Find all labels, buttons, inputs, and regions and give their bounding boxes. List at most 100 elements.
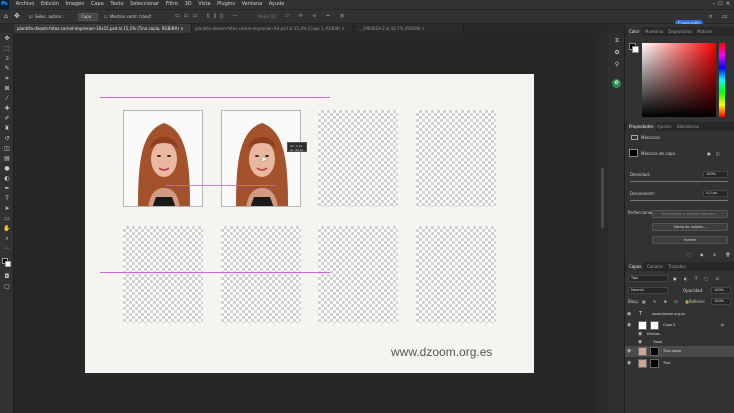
visibility-eye-icon[interactable]: ◉ bbox=[627, 309, 631, 320]
tab-layers[interactable]: Capas bbox=[627, 262, 644, 271]
scrollbar-thumb[interactable] bbox=[601, 168, 604, 228]
history-brush-icon[interactable]: ↺ bbox=[3, 135, 11, 142]
healing-icon[interactable]: ✚ bbox=[3, 105, 11, 112]
layer-effect-row[interactable]: ◉ Efectos bbox=[625, 330, 734, 338]
tab-document-1[interactable]: plantilla-dzoom-fotos-carnet-impresion-1… bbox=[14, 24, 192, 33]
layer-effect-row[interactable]: ◉ Trazo bbox=[625, 338, 734, 346]
autoselect-dropdown[interactable]: Capa bbox=[78, 13, 98, 21]
home-icon[interactable]: ⌂ bbox=[4, 10, 8, 23]
tab-color[interactable]: Color bbox=[627, 27, 642, 36]
menu-ventana[interactable]: Ventana bbox=[242, 1, 263, 7]
feather-field[interactable]: 0,0 px bbox=[703, 190, 728, 197]
plugin-icon[interactable]: ✿ bbox=[612, 79, 621, 88]
visibility-eye-icon[interactable]: ◉ bbox=[638, 338, 642, 346]
tab-adjustments[interactable]: Ajustes bbox=[655, 122, 674, 131]
color-picker-field[interactable] bbox=[642, 43, 716, 117]
autoselect-checkbox[interactable]: ☑ bbox=[29, 10, 33, 23]
invert-button[interactable]: Invertir bbox=[652, 236, 728, 244]
frame-icon[interactable]: ⊠ bbox=[3, 85, 11, 92]
tab-properties[interactable]: Propiedades bbox=[627, 122, 656, 131]
tab-patterns[interactable]: Motivos bbox=[695, 27, 714, 36]
layer-row-selected[interactable]: ◉ Tina copia bbox=[625, 346, 734, 357]
lock-icons[interactable]: ▦ ✎ ✥ ⊡ 🔒 bbox=[642, 299, 693, 304]
tab-swatches[interactable]: Muestras bbox=[643, 27, 665, 36]
document-canvas[interactable]: An: 3 px Al: 30 px ➤ www.dzoom.org.es bbox=[85, 74, 534, 373]
select-mask-button[interactable]: Seleccionar y aplicar máscara... bbox=[652, 210, 728, 218]
search-icon[interactable]: ⌕ bbox=[709, 10, 712, 23]
window-controls[interactable]: – ☐ ✕ bbox=[712, 0, 730, 9]
empty-slot[interactable] bbox=[123, 226, 203, 323]
history-panel-icon[interactable]: ⧖ bbox=[613, 37, 621, 44]
background-color-swatch[interactable] bbox=[5, 261, 11, 267]
menu-edicion[interactable]: Edición bbox=[41, 1, 59, 7]
3d-icons[interactable]: ⊙ ✥ ◈ ⬌ ▣ bbox=[285, 10, 349, 23]
menu-seleccionar[interactable]: Seleccionar bbox=[130, 1, 159, 7]
mask-mode-icons[interactable]: ▣ ◫ bbox=[707, 151, 722, 156]
density-slider[interactable] bbox=[630, 181, 728, 182]
layer-filter-dropdown[interactable]: Tipo bbox=[628, 275, 668, 282]
tab-paths[interactable]: Trazados bbox=[666, 262, 688, 271]
brush-panel-icon[interactable]: ✿ bbox=[613, 49, 621, 56]
blend-mode-dropdown[interactable]: Normal bbox=[628, 287, 668, 294]
fill-field[interactable]: 100% bbox=[711, 298, 731, 305]
filter-icons[interactable]: ▣ ◐ T ▢ ⊡ bbox=[673, 276, 722, 281]
hue-slider[interactable] bbox=[719, 43, 725, 117]
eyedropper-icon[interactable]: ⁄ bbox=[3, 95, 11, 102]
hand-icon[interactable]: ✋ bbox=[3, 225, 11, 232]
brush-icon[interactable]: ✐ bbox=[3, 115, 11, 122]
quick-select-icon[interactable]: ✎ bbox=[3, 65, 11, 72]
dodge-icon[interactable]: ◐ bbox=[3, 175, 11, 182]
empty-slot[interactable] bbox=[416, 226, 496, 323]
stamp-icon[interactable]: ♜ bbox=[3, 125, 11, 132]
layer-row[interactable]: ◉ Tina bbox=[625, 358, 734, 369]
path-select-icon[interactable]: ➤ bbox=[3, 205, 11, 212]
menu-texto[interactable]: Texto bbox=[110, 1, 123, 7]
mask-action-icons[interactable]: ⬚ ◉ ⊘ 🗑 bbox=[687, 252, 734, 257]
align-icons[interactable]: ▭▭▭ ▯▯▯ ⋯ bbox=[175, 10, 242, 23]
more-tools-icon[interactable]: ⋯ bbox=[3, 245, 11, 252]
tab-channels[interactable]: Canales bbox=[645, 262, 665, 271]
portrait-photo-1[interactable] bbox=[123, 110, 203, 207]
move-tool-icon[interactable]: ✥ bbox=[14, 10, 20, 23]
eraser-icon[interactable]: ◫ bbox=[3, 145, 11, 152]
tab-libraries[interactable]: Bibliotecas bbox=[675, 122, 701, 131]
empty-slot[interactable] bbox=[416, 110, 496, 207]
adjust-panel-icon[interactable]: ⚲ bbox=[613, 61, 621, 68]
visibility-eye-icon[interactable]: ◉ bbox=[627, 358, 631, 369]
crop-icon[interactable]: ⌗ bbox=[3, 75, 11, 82]
color-range-button[interactable]: Gama de colores... bbox=[652, 223, 728, 231]
transform-checkbox[interactable]: ☐ bbox=[104, 10, 108, 23]
empty-slot[interactable] bbox=[221, 226, 301, 323]
blur-icon[interactable]: ● bbox=[3, 165, 11, 172]
menu-filtro[interactable]: Filtro bbox=[166, 1, 178, 7]
menu-capa[interactable]: Capa bbox=[91, 1, 104, 7]
empty-slot[interactable] bbox=[318, 110, 398, 207]
tab-document-2[interactable]: plantilla-dzoom-fotos-carnet-impresion-A… bbox=[192, 24, 354, 33]
quick-mask-icon[interactable]: ◘ bbox=[3, 273, 11, 280]
menu-3d[interactable]: 3D bbox=[185, 1, 192, 7]
zoom-icon[interactable]: ⌕ bbox=[3, 235, 11, 242]
menu-plugins[interactable]: Plugins bbox=[217, 1, 235, 7]
feather-slider[interactable] bbox=[630, 200, 728, 201]
workspace-icon[interactable]: ▭ bbox=[722, 10, 728, 23]
rectangle-icon[interactable]: ▭ bbox=[3, 215, 11, 222]
vertical-scrollbar[interactable] bbox=[598, 33, 608, 413]
menu-ayuda[interactable]: Ayuda bbox=[269, 1, 284, 7]
screen-mode-icon[interactable]: ▢ bbox=[3, 283, 11, 290]
gradient-icon[interactable]: ▤ bbox=[3, 155, 11, 162]
tab-gradients[interactable]: Degradados bbox=[666, 27, 694, 36]
menu-imagen[interactable]: Imagen bbox=[66, 1, 85, 7]
visibility-eye-icon[interactable]: ◉ bbox=[638, 330, 642, 338]
type-icon[interactable]: T bbox=[3, 195, 11, 202]
empty-slot[interactable] bbox=[318, 226, 398, 323]
menu-archivo[interactable]: Archivo bbox=[16, 1, 35, 7]
visibility-eye-icon[interactable]: ◉ bbox=[627, 346, 631, 357]
background-color-swatch[interactable] bbox=[632, 46, 639, 53]
marquee-icon[interactable]: ⬚ bbox=[3, 45, 11, 52]
lasso-icon[interactable]: ↄ bbox=[3, 55, 11, 62]
pen-icon[interactable]: ✒ bbox=[3, 185, 11, 192]
move-icon[interactable]: ✥ bbox=[3, 35, 11, 42]
layer-row[interactable]: ◉ T www.dzoom.org.es bbox=[625, 309, 734, 320]
menu-vista[interactable]: Vista bbox=[198, 1, 210, 7]
density-field[interactable]: 100% bbox=[703, 171, 728, 178]
